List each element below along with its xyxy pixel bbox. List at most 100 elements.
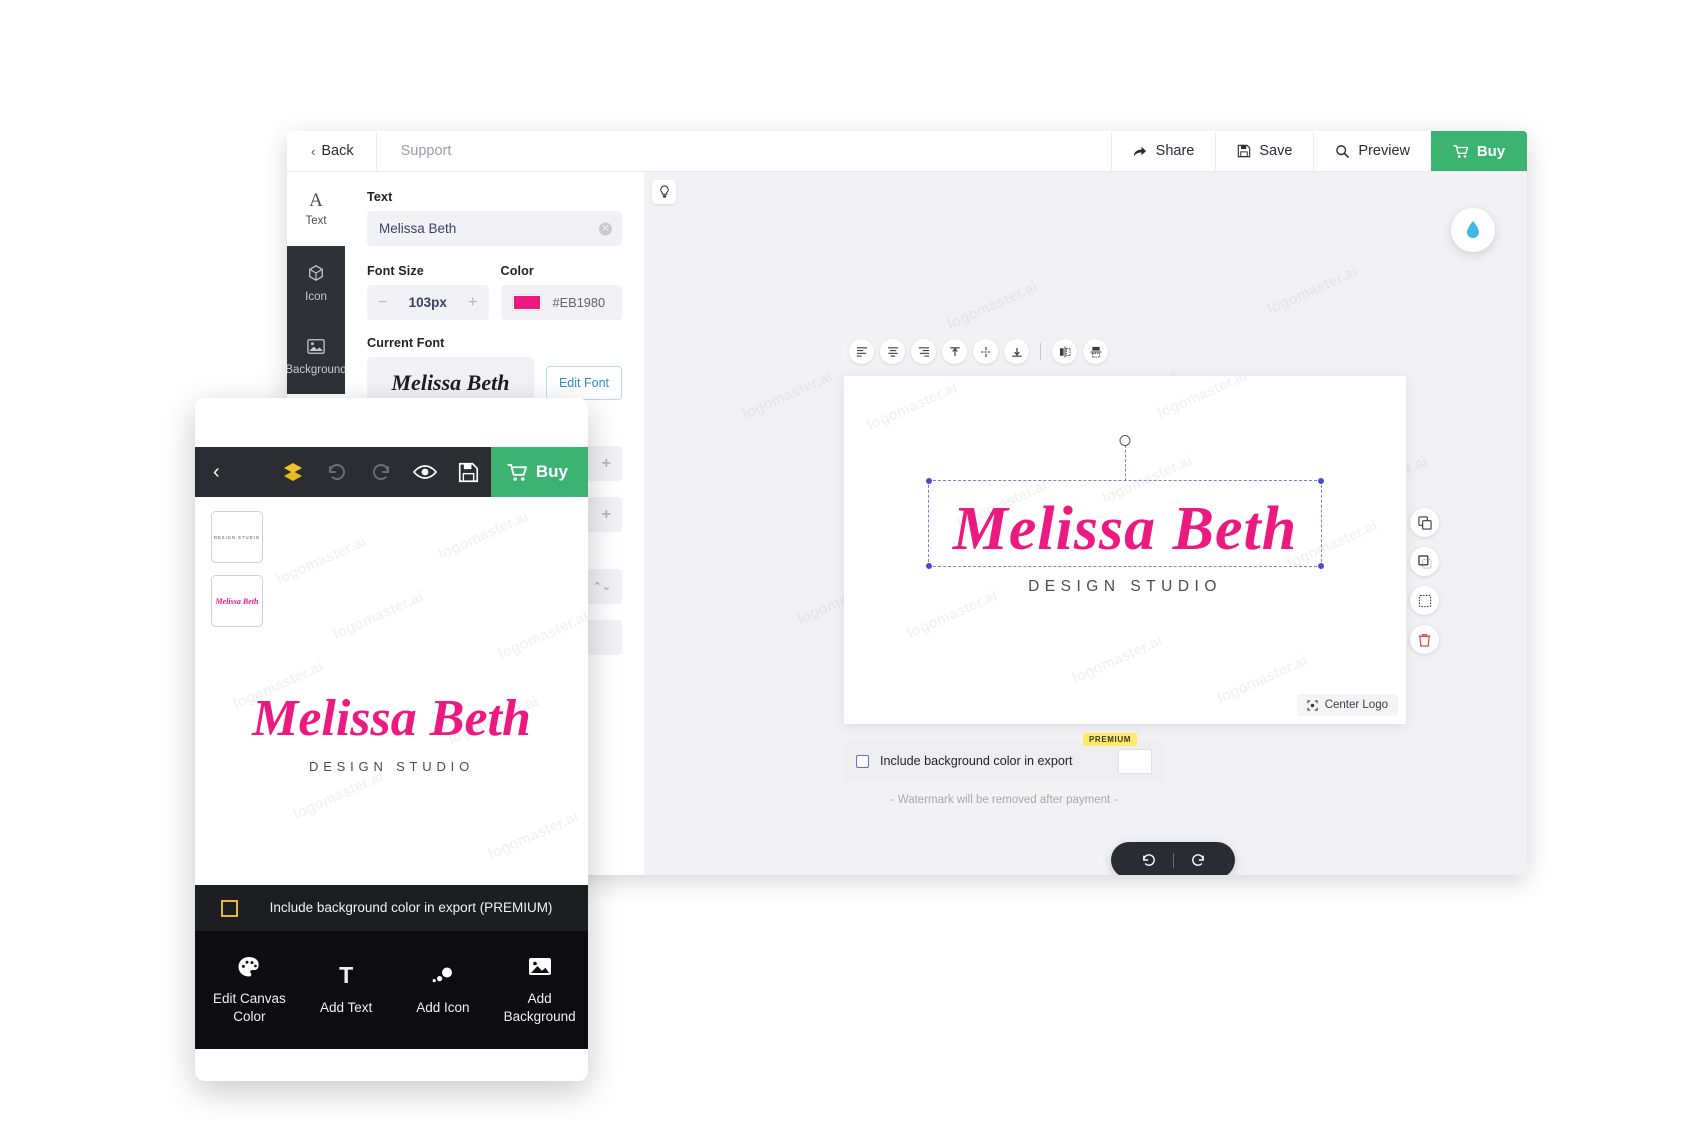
font-size-value: 103px (408, 295, 447, 310)
buy-button[interactable]: Buy (1431, 131, 1527, 171)
flip-vertical-button[interactable] (1083, 339, 1108, 364)
letter-t-icon: T (339, 962, 354, 989)
background-color-swatch[interactable] (1118, 748, 1152, 774)
mobile-thumbnail-list: DESIGN STUDIO Melissa Beth (211, 511, 263, 627)
watermark: logomaster.ai (273, 533, 369, 588)
logo-primary-text: Melissa Beth (952, 495, 1298, 563)
flip-horizontal-button[interactable] (1052, 339, 1077, 364)
include-background-checkbox[interactable] (856, 754, 869, 768)
mobile-back-button[interactable]: ‹ (209, 462, 234, 482)
mobile-logo-secondary-text: DESIGN STUDIO (309, 759, 474, 774)
watermark: logomaster.ai (495, 608, 588, 663)
logo-secondary-text: DESIGN STUDIO (1028, 578, 1222, 595)
sidebar-item-background[interactable]: Background (287, 320, 347, 394)
chevron-left-icon: ‹ (311, 143, 316, 159)
text-input[interactable]: Melissa Beth ✕ (367, 211, 622, 246)
align-left-button[interactable] (849, 339, 874, 364)
add-icon-button[interactable]: Add Icon (395, 964, 492, 1017)
include-background-label: Include background color in export (880, 754, 1073, 768)
mobile-save-button[interactable] (447, 462, 491, 483)
water-drop-icon (1465, 220, 1481, 240)
rail-label-icon: Icon (305, 290, 327, 303)
align-middle-button[interactable] (973, 339, 998, 364)
mobile-preview-window: ‹ Buy logomaster.ai logomaster.ai logoma… (195, 398, 588, 1081)
history-controls (1111, 842, 1235, 875)
undo-button[interactable] (1125, 852, 1173, 868)
share-label: Share (1155, 143, 1195, 159)
mobile-buy-button[interactable]: Buy (490, 447, 588, 497)
mobile-include-background-checkbox[interactable] (221, 899, 238, 917)
cart-icon (1453, 144, 1469, 159)
minus-icon[interactable]: − (378, 294, 387, 312)
center-logo-button[interactable]: Center Logo (1296, 694, 1398, 716)
object-tools (1410, 508, 1439, 654)
thumbnail-variant-1[interactable]: DESIGN STUDIO (211, 511, 263, 563)
mobile-export-bar: Include background color in export (PREM… (195, 885, 588, 931)
current-font-label: Current Font (367, 336, 445, 350)
buy-label: Buy (1476, 142, 1506, 160)
watermark: logomaster.ai (1264, 263, 1360, 318)
share-button[interactable]: Share (1110, 131, 1216, 171)
align-right-button[interactable] (911, 339, 936, 364)
mobile-toolbar: ‹ Buy (195, 447, 588, 497)
rail-label-background: Background (287, 364, 347, 376)
cart-icon (507, 463, 528, 482)
center-logo-label: Center Logo (1324, 699, 1388, 711)
sidebar-item-icon[interactable]: Icon (287, 246, 345, 320)
tip-button[interactable] (652, 180, 676, 204)
back-label: Back (321, 143, 354, 159)
bring-to-front-button[interactable] (1410, 547, 1439, 576)
share-icon (1133, 144, 1148, 159)
add-text-button[interactable]: T Add Text (298, 964, 395, 1017)
logo-canvas[interactable]: logomaster.ai logomaster.ai logomaster.a… (844, 376, 1406, 724)
resize-handle-top-right[interactable] (1317, 477, 1325, 485)
edit-font-button[interactable]: Edit Font (545, 366, 622, 400)
preview-button[interactable]: Preview (1313, 131, 1431, 171)
align-bottom-button[interactable] (1004, 339, 1029, 364)
color-drop-button[interactable] (1451, 208, 1495, 252)
duplicate-button[interactable] (1410, 508, 1439, 537)
align-top-button[interactable] (942, 339, 967, 364)
mobile-logo-primary-text: Melissa Beth (252, 690, 531, 747)
color-picker[interactable]: #EB1980 (500, 285, 622, 320)
image-icon (528, 955, 552, 979)
back-button[interactable]: ‹ Back (287, 131, 377, 171)
add-background-button[interactable]: Add Background (491, 955, 588, 1025)
watermark-note: - Watermark will be removed after paymen… (890, 794, 1118, 806)
toolbar-divider (1040, 343, 1041, 360)
clear-icon[interactable]: ✕ (599, 222, 612, 235)
sidebar-item-text[interactable]: A Text (287, 172, 345, 246)
delete-button[interactable] (1410, 625, 1439, 654)
text-input-value: Melissa Beth (379, 221, 457, 236)
center-target-icon (1307, 699, 1318, 711)
palette-icon (237, 955, 261, 979)
mobile-redo-button[interactable] (359, 461, 403, 483)
save-button[interactable]: Save (1215, 131, 1313, 171)
rotate-handle[interactable] (1119, 435, 1131, 446)
premium-badge: PREMIUM (1083, 733, 1137, 746)
layers-icon[interactable] (271, 460, 315, 484)
font-size-stepper[interactable]: − 103px + (367, 285, 489, 320)
floppy-disk-icon (1237, 144, 1251, 158)
select-area-button[interactable] (1410, 586, 1439, 615)
plus-icon[interactable]: + (602, 506, 611, 524)
mobile-undo-button[interactable] (315, 461, 359, 483)
watermark: logomaster.ai (290, 768, 386, 823)
eye-icon[interactable] (403, 462, 447, 482)
cube-icon (307, 264, 325, 286)
plus-icon[interactable]: + (468, 294, 477, 312)
mobile-action-bar: Edit Canvas Color T Add Text Add Icon Ad… (195, 931, 588, 1049)
lightbulb-icon (659, 185, 670, 199)
mobile-canvas[interactable]: logomaster.ai logomaster.ai logomaster.a… (195, 497, 588, 885)
plus-icon[interactable]: + (602, 455, 611, 473)
edit-canvas-color-button[interactable]: Edit Canvas Color (201, 955, 298, 1025)
color-swatch[interactable] (512, 295, 541, 310)
redo-button[interactable] (1174, 852, 1222, 868)
support-link[interactable]: Support (377, 131, 476, 171)
resize-handle-top-left[interactable] (925, 477, 933, 485)
watermark: logomaster.ai (944, 278, 1040, 333)
thumbnail-variant-2[interactable]: Melissa Beth (211, 575, 263, 627)
letter-a-icon: A (309, 190, 323, 211)
mobile-logo-content: Melissa Beth DESIGN STUDIO (195, 690, 588, 775)
align-center-button[interactable] (880, 339, 905, 364)
